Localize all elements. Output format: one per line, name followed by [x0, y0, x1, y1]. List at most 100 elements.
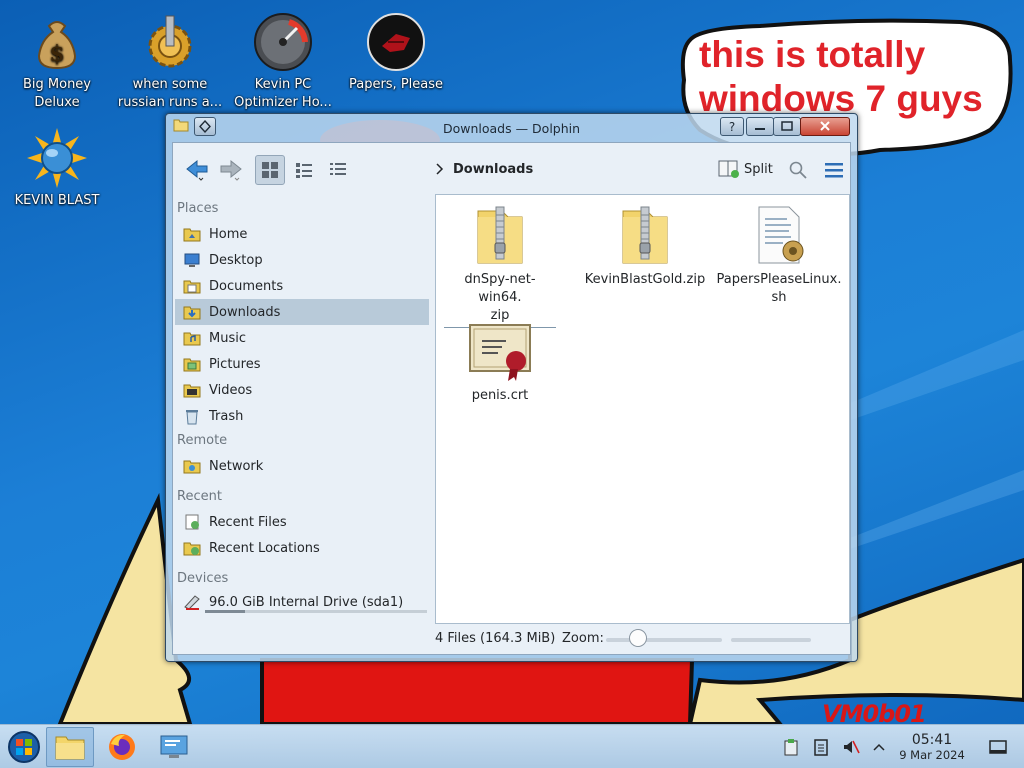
zoom-slider-handle[interactable]: [629, 629, 648, 647]
minimize-button[interactable]: [746, 117, 774, 136]
file-item-kevinblastgold[interactable]: KevinBlastGold.zip: [580, 203, 710, 289]
desktop-icon-kevin-blast[interactable]: KEVIN BLAST: [1, 128, 113, 210]
desktop-icon-label: Big Money Deluxe: [22, 77, 91, 110]
sidebar-item-label: Trash: [209, 408, 244, 424]
clock-date: 9 Mar 2024: [899, 748, 965, 762]
zip-icon: [613, 203, 677, 267]
documents-folder-icon: [183, 277, 201, 295]
sidebar-item-label: Music: [209, 330, 246, 346]
zoom-slider[interactable]: [606, 638, 722, 642]
breadcrumb[interactable]: Downloads: [453, 162, 533, 177]
sidebar-item-label: Recent Files: [209, 514, 287, 530]
places-panel: Places Home Desktop Documents Downloads …: [173, 195, 435, 624]
chevron-right-icon[interactable]: [435, 161, 445, 181]
arrow-left-icon: [186, 159, 208, 181]
status-bar: 4 Files (164.3 MiB) Zoom:: [435, 624, 850, 654]
system-settings-icon: [160, 735, 188, 758]
arrow-right-icon: [220, 159, 242, 181]
drive-usage-bar: [205, 610, 427, 613]
sidebar-item-label: Pictures: [209, 356, 261, 372]
hamburger-menu-button[interactable]: [819, 155, 849, 185]
taskbar-dolphin[interactable]: [46, 727, 94, 767]
file-item-dnspy[interactable]: dnSpy-net-win64. zip: [444, 203, 556, 328]
sidebar-item-network[interactable]: Network: [175, 453, 429, 479]
sidebar-item-internal-drive[interactable]: 96.0 GiB Internal Drive (sda1): [175, 589, 429, 615]
desktop-icon-kevin-pc-optimizer[interactable]: Kevin PC Optimizer Ho...: [227, 12, 339, 112]
network-folder-icon: [183, 457, 201, 475]
desktop-icon-russian[interactable]: when some russian runs a...: [114, 12, 226, 112]
sidebar-item-downloads[interactable]: Downloads: [175, 299, 429, 325]
trash-icon: [183, 407, 201, 425]
windows-orb-icon: [8, 731, 40, 763]
desktop-icon-label: Papers, Please: [348, 77, 444, 92]
firefox-icon: [109, 734, 135, 760]
file-item-paperspleaselinux[interactable]: PapersPleaseLinux. sh: [714, 203, 844, 307]
certificate-icon: [468, 319, 532, 383]
file-manager-icon: [55, 736, 85, 760]
sidebar-item-pictures[interactable]: Pictures: [175, 351, 429, 377]
desktop-icon-papers-please[interactable]: Papers, Please: [340, 12, 452, 94]
sidebar-item-documents[interactable]: Documents: [175, 273, 429, 299]
free-space-bar: [731, 638, 811, 642]
window-titlebar[interactable]: Downloads — Dolphin ?: [166, 114, 857, 142]
desktop-icon-label: Kevin PC Optimizer Ho...: [234, 77, 332, 110]
sidebar-item-music[interactable]: Music: [175, 325, 429, 351]
clipboard-tray-icon[interactable]: [781, 737, 801, 757]
taskbar: 05:41 9 Mar 2024: [0, 724, 1024, 768]
sidebar-item-recent-locations[interactable]: Recent Locations: [175, 535, 429, 561]
script-icon: [747, 203, 811, 267]
chevron-up-icon[interactable]: [869, 737, 889, 757]
compact-list-icon: [296, 163, 312, 178]
show-desktop-button[interactable]: [988, 737, 1008, 757]
money-bag-icon: $: [27, 12, 87, 72]
svg-text:$: $: [49, 41, 64, 67]
svg-text:?: ?: [729, 120, 735, 134]
pictures-folder-icon: [183, 355, 201, 373]
maximize-button[interactable]: [773, 117, 801, 136]
sidebar-item-label: 96.0 GiB Internal Drive (sda1): [209, 594, 404, 610]
close-button[interactable]: [800, 117, 850, 136]
devices-header: Devices: [177, 571, 229, 586]
search-button[interactable]: [783, 155, 813, 185]
help-button[interactable]: ?: [720, 117, 744, 136]
clock[interactable]: 05:41 9 Mar 2024: [896, 732, 968, 763]
details-view-button[interactable]: [323, 155, 353, 185]
downloads-folder-icon: [183, 303, 201, 321]
recent-locations-icon: [183, 539, 201, 557]
split-button[interactable]: Split: [718, 156, 773, 182]
sidebar-item-desktop[interactable]: Desktop: [175, 247, 429, 273]
recent-header: Recent: [177, 489, 222, 504]
start-button[interactable]: [0, 727, 48, 767]
sidebar-item-label: Network: [209, 458, 264, 474]
compact-view-button[interactable]: [289, 155, 319, 185]
search-icon: [789, 161, 807, 179]
file-view[interactable]: dnSpy-net-win64. zip KevinBlastGold.zip: [435, 194, 850, 624]
icons-view-button[interactable]: [255, 155, 285, 185]
papers-please-icon: [366, 12, 426, 72]
desktop-icon-big-money-deluxe[interactable]: $ Big Money Deluxe: [1, 12, 113, 112]
taskbar-system-settings[interactable]: [150, 727, 198, 767]
speedometer-icon: [253, 12, 313, 72]
zip-icon: [468, 203, 532, 267]
sidebar-item-trash[interactable]: Trash: [175, 403, 429, 429]
status-text: 4 Files (164.3 MiB): [435, 631, 556, 646]
sidebar-item-label: Documents: [209, 278, 284, 294]
taskbar-firefox[interactable]: [98, 727, 146, 767]
sidebar-item-home[interactable]: Home: [175, 221, 429, 247]
sidebar-item-videos[interactable]: Videos: [175, 377, 429, 403]
music-folder-icon: [183, 329, 201, 347]
sidebar-item-label: Recent Locations: [209, 540, 320, 556]
gear-icon: [140, 12, 200, 72]
split-view-icon: [718, 160, 739, 178]
sidebar-item-recent-files[interactable]: Recent Files: [175, 509, 429, 535]
dolphin-window: Downloads — Dolphin ? Downloads Split Pl…: [165, 113, 858, 662]
grid-view-icon: [262, 162, 278, 178]
details-list-icon: [330, 163, 346, 175]
recent-files-icon: [183, 513, 201, 531]
file-item-penis-crt[interactable]: penis.crt: [444, 319, 556, 405]
notes-tray-icon[interactable]: [811, 737, 831, 757]
file-name: penis.crt: [471, 388, 529, 403]
back-button[interactable]: [183, 155, 213, 185]
forward-button[interactable]: [217, 155, 247, 185]
volume-muted-icon[interactable]: [841, 737, 861, 757]
